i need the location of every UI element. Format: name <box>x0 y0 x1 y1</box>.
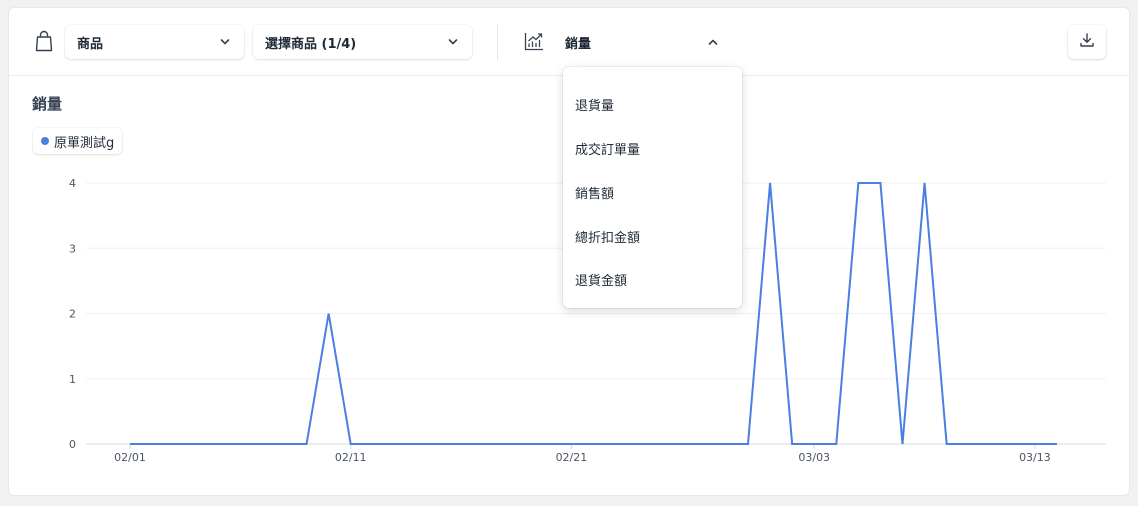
y-tick-label: 3 <box>69 242 76 255</box>
x-tick-label: 02/01 <box>114 451 146 464</box>
chart-card: 商品 選擇商品 (1/4) 銷量 銷量 原單測試g 0 1 2 3 4 02/0… <box>8 7 1130 496</box>
y-tick-label: 4 <box>69 177 76 190</box>
metric-option[interactable]: 退貨金額 <box>563 258 742 302</box>
x-tick-label: 03/03 <box>798 451 830 464</box>
metric-option[interactable]: 退貨量 <box>563 83 742 127</box>
x-tick-label: 02/11 <box>335 451 367 464</box>
y-tick-label: 0 <box>69 438 76 451</box>
metric-options-list: 銷量退貨量成交訂單量銷售額總折扣金額退貨金額 <box>563 67 742 302</box>
y-tick-label: 1 <box>69 373 76 386</box>
metric-option[interactable]: 銷量 <box>563 67 742 83</box>
x-tick-label: 02/21 <box>556 451 588 464</box>
metric-option[interactable]: 銷售額 <box>563 170 742 214</box>
x-tick-label: 03/13 <box>1019 451 1051 464</box>
metric-option[interactable]: 總折扣金額 <box>563 214 742 258</box>
y-tick-label: 2 <box>69 308 76 321</box>
metric-option[interactable]: 成交訂單量 <box>563 127 742 171</box>
metric-dropdown-menu: 銷量退貨量成交訂單量銷售額總折扣金額退貨金額 <box>563 67 742 308</box>
